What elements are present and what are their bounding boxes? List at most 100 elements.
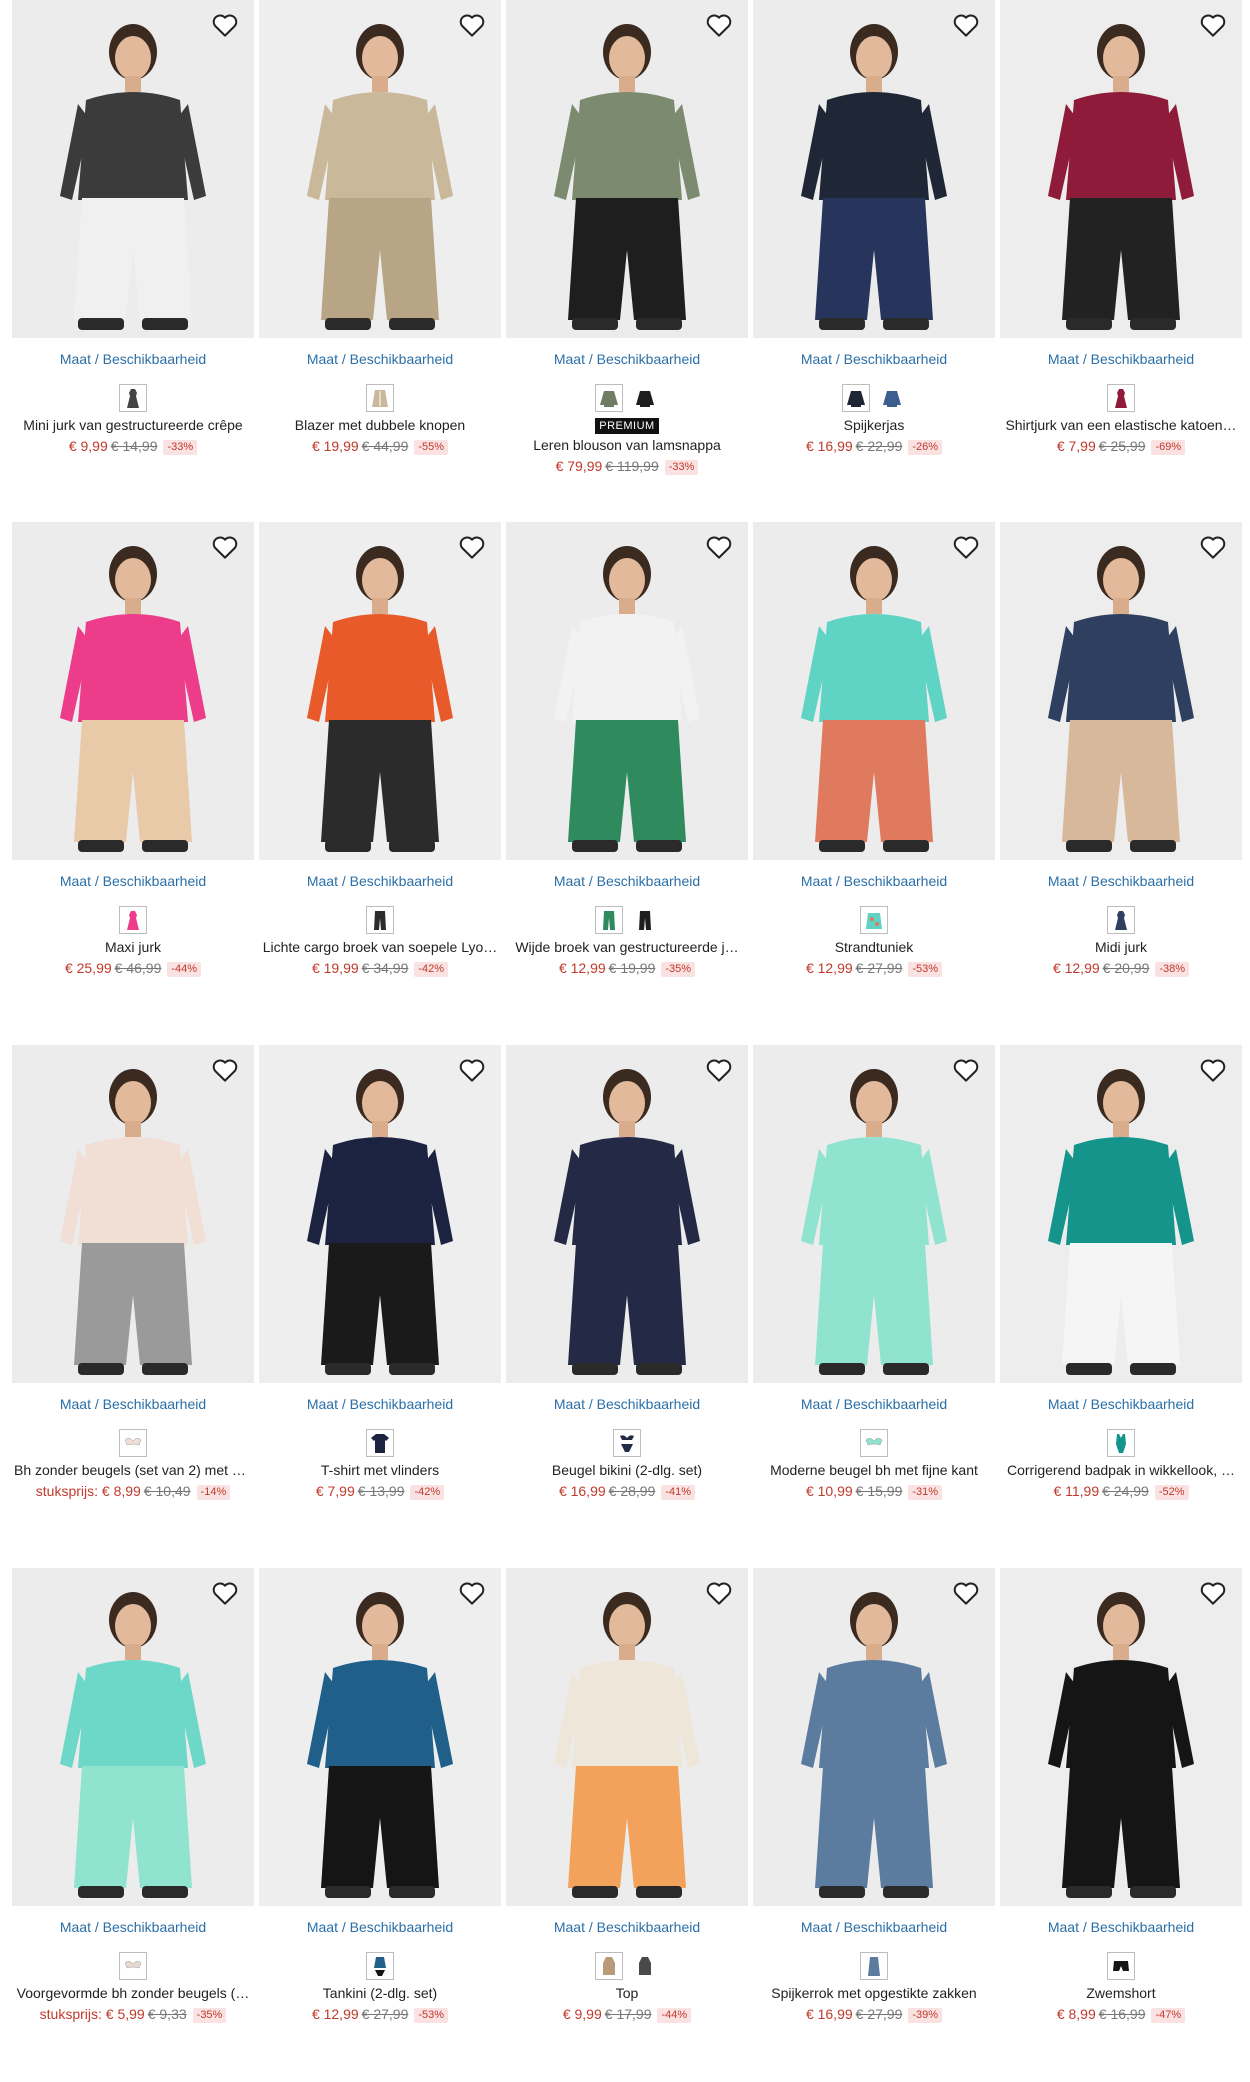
size-availability-link[interactable]: Maat / Beschikbaarheid (1000, 872, 1242, 890)
heart-outline-icon[interactable] (704, 532, 734, 562)
product-image[interactable] (12, 0, 254, 338)
product-name[interactable]: Beugel bikini (2-dlg. set) (506, 1461, 748, 1479)
product-image[interactable] (259, 522, 501, 860)
heart-outline-icon[interactable] (951, 1578, 981, 1608)
size-availability-link[interactable]: Maat / Beschikbaarheid (506, 872, 748, 890)
product-card[interactable]: Maat / Beschikbaarheid Strandtuniek € 12,9… (753, 522, 995, 977)
size-availability-link[interactable]: Maat / Beschikbaarheid (12, 1918, 254, 1936)
color-swatch-bra-icon[interactable] (860, 1429, 888, 1457)
color-swatch-dress-icon[interactable] (119, 384, 147, 412)
product-image[interactable] (259, 1568, 501, 1906)
product-name[interactable]: Bh zonder beugels (set van 2) met b… (12, 1461, 254, 1479)
heart-outline-icon[interactable] (210, 1055, 240, 1085)
color-swatch-skirt-icon[interactable] (860, 1952, 888, 1980)
size-availability-link[interactable]: Maat / Beschikbaarheid (506, 1395, 748, 1413)
product-name[interactable]: Voorgevormde bh zonder beugels (… (12, 1984, 254, 2002)
product-image[interactable] (259, 0, 501, 338)
size-availability-link[interactable]: Maat / Beschikbaarheid (12, 350, 254, 368)
color-swatch-jacket-icon[interactable] (631, 384, 659, 412)
product-card[interactable]: Maat / Beschikbaarheid Midi jurk € 12,99 € … (1000, 522, 1242, 977)
product-card[interactable]: Maat / Beschikbaarheid Top € 9,99 € 17,99 -4… (506, 1568, 748, 2023)
heart-outline-icon[interactable] (210, 1578, 240, 1608)
product-name[interactable]: Moderne beugel bh met fijne kant (753, 1461, 995, 1479)
product-name[interactable]: Leren blouson van lamsnappa (506, 436, 748, 454)
product-card[interactable]: Maat / Beschikbaarheid Lichte cargo broek… (259, 522, 501, 977)
color-swatch-bra-icon[interactable] (119, 1429, 147, 1457)
product-name[interactable]: Midi jurk (1000, 938, 1242, 956)
color-swatch-bra-icon[interactable] (119, 1952, 147, 1980)
product-image[interactable] (753, 0, 995, 338)
size-availability-link[interactable]: Maat / Beschikbaarheid (753, 1918, 995, 1936)
heart-outline-icon[interactable] (457, 10, 487, 40)
product-image[interactable] (506, 522, 748, 860)
product-name[interactable]: Spijkerrok met opgestikte zakken (753, 1984, 995, 2002)
heart-outline-icon[interactable] (704, 1578, 734, 1608)
product-name[interactable]: Zwemshort (1000, 1984, 1242, 2002)
size-availability-link[interactable]: Maat / Beschikbaarheid (259, 1918, 501, 1936)
color-swatch-jacket-icon[interactable] (878, 384, 906, 412)
color-swatch-top-icon[interactable] (595, 1952, 623, 1980)
product-card[interactable]: Maat / Beschikbaarheid Moderne beugel bh … (753, 1045, 995, 1500)
color-swatch-trousers-icon[interactable] (631, 906, 659, 934)
color-swatch-dress-icon[interactable] (119, 906, 147, 934)
product-card[interactable]: Maat / Beschikbaarheid Beugel bikini (2-d… (506, 1045, 748, 1500)
size-availability-link[interactable]: Maat / Beschikbaarheid (259, 350, 501, 368)
heart-outline-icon[interactable] (704, 10, 734, 40)
size-availability-link[interactable]: Maat / Beschikbaarheid (259, 1395, 501, 1413)
heart-outline-icon[interactable] (457, 532, 487, 562)
size-availability-link[interactable]: Maat / Beschikbaarheid (12, 1395, 254, 1413)
heart-outline-icon[interactable] (457, 1055, 487, 1085)
product-name[interactable]: Strandtuniek (753, 938, 995, 956)
size-availability-link[interactable]: Maat / Beschikbaarheid (1000, 1395, 1242, 1413)
product-card[interactable]: Maat / Beschikbaarheid Zwemshort € 8,99 € 1… (1000, 1568, 1242, 2023)
product-card[interactable]: Maat / Beschikbaarheid PREMIUM Leren blous… (506, 0, 748, 475)
product-name[interactable]: Corrigerend badpak in wikkellook, … (1000, 1461, 1242, 1479)
product-name[interactable]: Maxi jurk (12, 938, 254, 956)
color-swatch-blazer-icon[interactable] (366, 384, 394, 412)
color-swatch-bikini-icon[interactable] (613, 1429, 641, 1457)
heart-outline-icon[interactable] (1198, 532, 1228, 562)
product-card[interactable]: Maat / Beschikbaarheid Blazer met dubbele… (259, 0, 501, 455)
color-swatch-top-icon[interactable] (631, 1952, 659, 1980)
heart-outline-icon[interactable] (210, 532, 240, 562)
product-image[interactable] (753, 1045, 995, 1383)
heart-outline-icon[interactable] (457, 1578, 487, 1608)
size-availability-link[interactable]: Maat / Beschikbaarheid (259, 872, 501, 890)
product-image[interactable] (1000, 522, 1242, 860)
color-swatch-trousers-icon[interactable] (595, 906, 623, 934)
heart-outline-icon[interactable] (951, 532, 981, 562)
size-availability-link[interactable]: Maat / Beschikbaarheid (12, 872, 254, 890)
color-swatch-tunic-icon[interactable] (860, 906, 888, 934)
color-swatch-shorts-icon[interactable] (1107, 1952, 1135, 1980)
size-availability-link[interactable]: Maat / Beschikbaarheid (506, 1918, 748, 1936)
color-swatch-dress-icon[interactable] (1107, 384, 1135, 412)
product-name[interactable]: Shirtjurk van een elastische katoen… (1000, 416, 1242, 434)
color-swatch-swimsuit-icon[interactable] (1107, 1429, 1135, 1457)
product-image[interactable] (506, 0, 748, 338)
product-image[interactable] (1000, 1568, 1242, 1906)
product-image[interactable] (506, 1045, 748, 1383)
product-image[interactable] (753, 1568, 995, 1906)
product-name[interactable]: T-shirt met vlinders (259, 1461, 501, 1479)
color-swatch-tshirt-icon[interactable] (366, 1429, 394, 1457)
product-name[interactable]: Mini jurk van gestructureerde crêpe (12, 416, 254, 434)
product-name[interactable]: Wijde broek van gestructureerde j… (506, 938, 748, 956)
product-card[interactable]: Maat / Beschikbaarheid Wijde broek van ge… (506, 522, 748, 977)
color-swatch-jacket-icon[interactable] (595, 384, 623, 412)
color-swatch-tankini-icon[interactable] (366, 1952, 394, 1980)
product-image[interactable] (259, 1045, 501, 1383)
product-card[interactable]: Maat / Beschikbaarheid Tankini (2-dlg. se… (259, 1568, 501, 2023)
product-name[interactable]: Top (506, 1984, 748, 2002)
heart-outline-icon[interactable] (951, 10, 981, 40)
product-image[interactable] (1000, 1045, 1242, 1383)
color-swatch-jacket-icon[interactable] (842, 384, 870, 412)
size-availability-link[interactable]: Maat / Beschikbaarheid (753, 872, 995, 890)
product-image[interactable] (12, 522, 254, 860)
size-availability-link[interactable]: Maat / Beschikbaarheid (753, 1395, 995, 1413)
heart-outline-icon[interactable] (1198, 10, 1228, 40)
product-image[interactable] (753, 522, 995, 860)
size-availability-link[interactable]: Maat / Beschikbaarheid (753, 350, 995, 368)
product-name[interactable]: Tankini (2-dlg. set) (259, 1984, 501, 2002)
size-availability-link[interactable]: Maat / Beschikbaarheid (506, 350, 748, 368)
product-name[interactable]: Lichte cargo broek van soepele Lyo… (259, 938, 501, 956)
